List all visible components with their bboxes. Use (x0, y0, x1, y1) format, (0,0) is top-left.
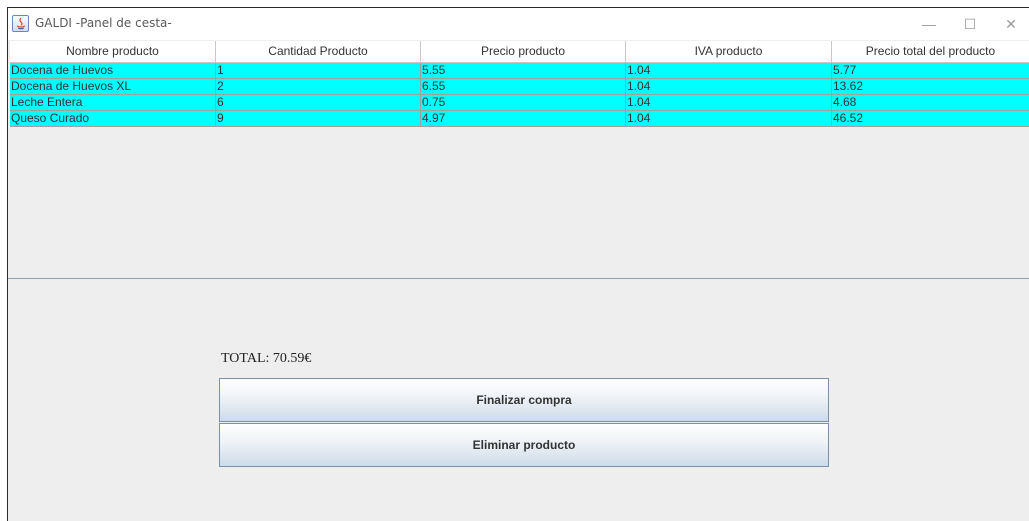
cell-quantity[interactable]: 1 (216, 63, 421, 79)
cell-name[interactable]: Queso Curado (10, 111, 216, 127)
remove-product-button[interactable]: Eliminar producto (219, 423, 829, 467)
cell-price[interactable]: 6.55 (421, 79, 626, 95)
cell-name[interactable]: Docena de Huevos XL (10, 79, 216, 95)
maximize-button[interactable]: ☐ (950, 8, 990, 40)
table-row[interactable]: Queso Curado 9 4.97 1.04 46.52 (10, 111, 1029, 127)
cell-quantity[interactable]: 2 (216, 79, 421, 95)
cell-quantity[interactable]: 9 (216, 111, 421, 127)
column-header-quantity[interactable]: Cantidad Producto (216, 41, 421, 63)
cell-total[interactable]: 5.77 (832, 63, 1029, 79)
column-header-price[interactable]: Precio producto (421, 41, 626, 63)
cell-price[interactable]: 4.97 (421, 111, 626, 127)
column-header-total[interactable]: Precio total del producto (832, 41, 1029, 63)
table-row[interactable]: Docena de Huevos XL 2 6.55 1.04 13.62 (10, 79, 1029, 95)
cart-table[interactable]: Nombre producto Cantidad Producto Precio… (10, 41, 1029, 285)
cell-total[interactable]: 4.68 (832, 95, 1029, 111)
app-window: GALDI -Panel de cesta- — ☐ ✕ Nombre prod… (7, 7, 1029, 521)
cell-name[interactable]: Leche Entera (10, 95, 216, 111)
cell-price[interactable]: 5.55 (421, 63, 626, 79)
cell-vat[interactable]: 1.04 (626, 111, 832, 127)
split-pane-divider[interactable] (8, 278, 1029, 279)
table-row[interactable]: Leche Entera 6 0.75 1.04 4.68 (10, 95, 1029, 111)
total-label: TOTAL: 70.59€ (221, 351, 312, 366)
table-body: Docena de Huevos 1 5.55 1.04 5.77 Docena… (10, 63, 1029, 127)
java-app-icon (12, 15, 29, 32)
cell-vat[interactable]: 1.04 (626, 79, 832, 95)
cell-name[interactable]: Docena de Huevos (10, 63, 216, 79)
cell-total[interactable]: 46.52 (832, 111, 1029, 127)
table-row[interactable]: Docena de Huevos 1 5.55 1.04 5.77 (10, 63, 1029, 79)
close-button[interactable]: ✕ (991, 8, 1029, 40)
title-bar[interactable]: GALDI -Panel de cesta- — ☐ ✕ (8, 8, 1029, 40)
column-header-vat[interactable]: IVA producto (626, 41, 832, 63)
cell-total[interactable]: 13.62 (832, 79, 1029, 95)
finalize-purchase-button[interactable]: Finalizar compra (219, 378, 829, 422)
cell-quantity[interactable]: 6 (216, 95, 421, 111)
column-header-name[interactable]: Nombre producto (10, 41, 216, 63)
table-header: Nombre producto Cantidad Producto Precio… (10, 41, 1029, 63)
window-title: GALDI -Panel de cesta- (35, 16, 172, 30)
minimize-button[interactable]: — (909, 8, 949, 40)
cell-price[interactable]: 0.75 (421, 95, 626, 111)
cell-vat[interactable]: 1.04 (626, 63, 832, 79)
cell-vat[interactable]: 1.04 (626, 95, 832, 111)
